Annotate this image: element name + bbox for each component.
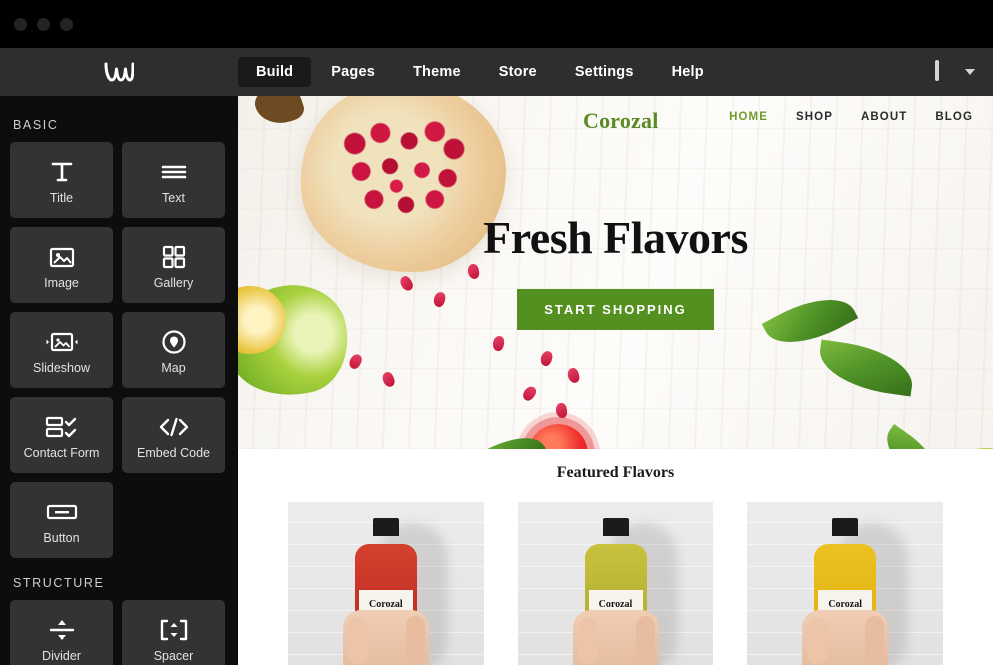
basic-elements-grid: Title Text Image Gallery Slideshow Map C… <box>10 142 228 558</box>
hero-content: Fresh Flavors START SHOPPING <box>238 211 993 330</box>
weebly-editor-window: Build Pages Theme Store Settings Help BA… <box>0 0 993 665</box>
bottle-label-brand: Corozal <box>368 599 403 610</box>
minimize-window-button[interactable] <box>37 17 50 31</box>
window-traffic-lights <box>14 17 73 31</box>
element-tile-label: Title <box>49 191 74 205</box>
element-tile-label: Button <box>43 531 80 545</box>
site-preview-canvas: Corozal HOME SHOP ABOUT BLOG Fresh Flavo… <box>238 96 993 665</box>
slideshow-icon <box>45 325 79 359</box>
element-tile-label: Text <box>162 191 185 205</box>
chevron-down-icon <box>965 69 975 75</box>
bottle-label-brand: Corozal <box>828 599 863 610</box>
element-tile-label: Map <box>161 361 186 375</box>
element-tile-label: Gallery <box>153 276 194 290</box>
tab-help[interactable]: Help <box>654 57 722 87</box>
element-tile-label: Divider <box>42 649 81 663</box>
section-label-basic: BASIC <box>13 118 59 132</box>
element-tile-map[interactable]: Map <box>122 312 225 388</box>
spacer-icon <box>159 613 189 647</box>
element-tile-label: Slideshow <box>33 361 90 375</box>
tab-settings[interactable]: Settings <box>557 57 652 87</box>
site-nav-blog[interactable]: BLOG <box>935 111 973 123</box>
hero-section: Corozal HOME SHOP ABOUT BLOG Fresh Flavo… <box>238 96 993 449</box>
code-brackets-icon <box>158 410 190 444</box>
toolbar-tabs: Build Pages Theme Store Settings Help <box>238 48 722 96</box>
site-navigation: HOME SHOP ABOUT BLOG <box>729 111 973 123</box>
element-tile-spacer[interactable]: Spacer <box>122 600 225 665</box>
elements-sidebar: BASIC Title Text Image Gallery Slideshow… <box>0 96 238 665</box>
site-nav-about[interactable]: ABOUT <box>861 111 907 123</box>
element-tile-divider[interactable]: Divider <box>10 600 113 665</box>
element-tile-label: Spacer <box>153 649 194 663</box>
title-t-icon <box>49 155 75 189</box>
site-header: Corozal HOME SHOP ABOUT BLOG <box>238 96 993 148</box>
product-card[interactable]: Corozal THE CRAFT <box>517 502 714 665</box>
close-window-button[interactable] <box>14 17 27 31</box>
tab-pages[interactable]: Pages <box>313 57 393 87</box>
contact-form-icon <box>45 410 79 444</box>
gallery-grid-icon <box>162 240 186 274</box>
tab-theme[interactable]: Theme <box>395 57 479 87</box>
hand-holding-bottle <box>802 610 889 665</box>
element-tile-label: Image <box>44 276 79 290</box>
section-label-structure: STRUCTURE <box>13 576 105 590</box>
site-nav-home[interactable]: HOME <box>729 111 768 123</box>
element-tile-label: Embed Code <box>137 446 210 460</box>
weebly-w-icon <box>104 62 134 82</box>
maximize-window-button[interactable] <box>60 17 73 31</box>
divider-icon <box>48 613 76 647</box>
hero-title: Fresh Flavors <box>483 212 748 263</box>
element-tile-label: Contact Form <box>23 446 100 460</box>
element-tile-title[interactable]: Title <box>10 142 113 218</box>
bottle-cap <box>832 518 859 536</box>
start-shopping-button[interactable]: START SHOPPING <box>517 289 714 330</box>
site-nav-shop[interactable]: SHOP <box>796 111 833 123</box>
product-card[interactable]: Corozal THE CRAFT <box>747 502 944 665</box>
weebly-logo[interactable] <box>0 48 238 96</box>
element-tile-slideshow[interactable]: Slideshow <box>10 312 113 388</box>
product-card[interactable]: Corozal THE CRAFT <box>288 502 484 665</box>
tab-build[interactable]: Build <box>238 57 312 87</box>
featured-flavors-heading: Featured Flavors <box>556 464 675 481</box>
element-tile-embed-code[interactable]: Embed Code <box>122 397 225 473</box>
text-lines-icon <box>160 155 188 189</box>
monitor-icon <box>935 59 959 83</box>
element-tile-text[interactable]: Text <box>122 142 225 218</box>
element-tile-contact-form[interactable]: Contact Form <box>10 397 113 473</box>
map-pin-icon <box>161 325 187 359</box>
main-toolbar: Build Pages Theme Store Settings Help <box>0 48 993 96</box>
image-icon <box>48 240 76 274</box>
element-tile-button[interactable]: Button <box>10 482 113 558</box>
button-icon <box>46 495 78 529</box>
display-mode-selector[interactable] <box>935 48 975 96</box>
bottle-label-brand: Corozal <box>598 599 633 610</box>
bottle-cap <box>372 518 399 536</box>
tab-store[interactable]: Store <box>481 57 555 87</box>
hand-holding-bottle <box>342 610 429 665</box>
element-tile-gallery[interactable]: Gallery <box>122 227 225 303</box>
site-brand-logo[interactable]: Corozal <box>583 108 659 134</box>
bottle-cap <box>602 518 629 536</box>
featured-flavors-section: Featured Flavors Corozal THE CRAFT <box>238 449 993 665</box>
structure-elements-grid: Divider Spacer <box>10 600 228 665</box>
element-tile-image[interactable]: Image <box>10 227 113 303</box>
product-cards-row: Corozal THE CRAFT Corozal <box>238 482 993 665</box>
window-titlebar <box>0 0 993 48</box>
hand-holding-bottle <box>572 610 659 665</box>
